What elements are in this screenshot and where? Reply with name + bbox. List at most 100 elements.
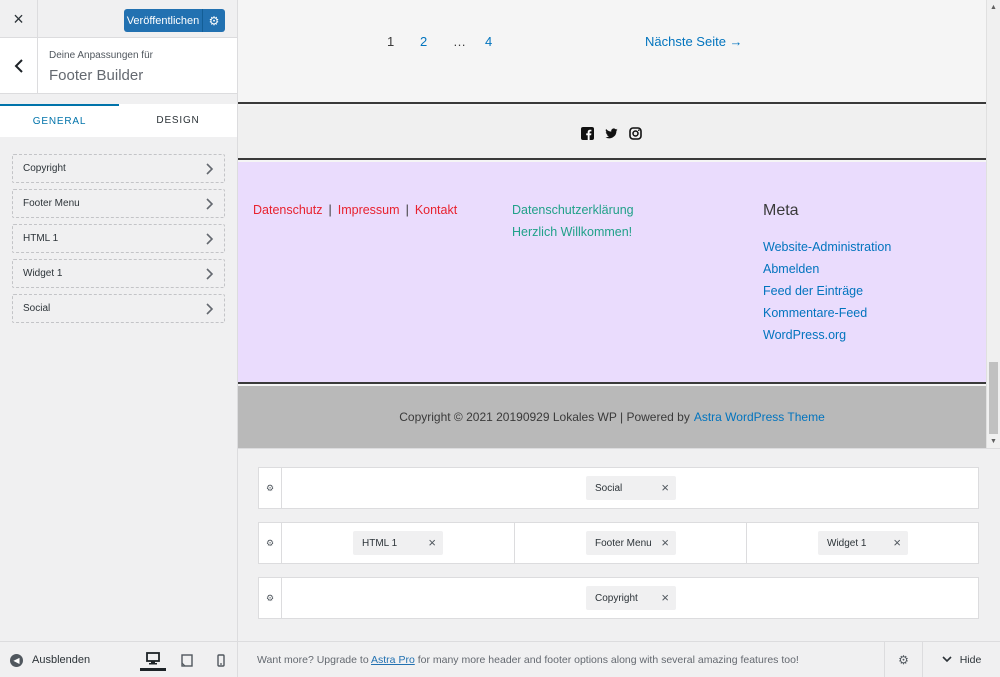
chip-label: Social	[595, 482, 623, 494]
builder-row-below: ⚙ Copyright ×	[258, 577, 979, 619]
remove-icon[interactable]: ×	[661, 480, 669, 495]
desktop-icon	[146, 652, 160, 665]
meta-link[interactable]: Feed der Einträge	[763, 284, 891, 306]
gear-icon: ⚙	[898, 652, 909, 667]
chip-label: Copyright	[595, 592, 638, 604]
back-button[interactable]	[0, 38, 38, 93]
footer-menu-item[interactable]: Datenschutz	[253, 203, 322, 217]
row-settings-button[interactable]: ⚙	[259, 468, 282, 508]
builder-row-above: ⚙ Social ×	[258, 467, 979, 509]
astra-pro-link[interactable]: Astra Pro	[371, 654, 415, 666]
menu-separator: |	[328, 203, 332, 217]
builder-settings-button[interactable]: ⚙	[884, 642, 922, 677]
meta-link[interactable]: Website-Administration	[763, 240, 891, 262]
footer-menu: Datenschutz | Impressum | Kontakt	[253, 203, 457, 217]
mobile-icon	[217, 653, 225, 667]
tab-general[interactable]: General	[0, 104, 119, 137]
site-preview: 1 2 … 4 Nächste Seite → Datenschutz | Impr…	[238, 0, 1000, 448]
scroll-thumb[interactable]	[989, 362, 998, 434]
builder-chip-social[interactable]: Social ×	[586, 476, 676, 500]
meta-link[interactable]: WordPress.org	[763, 328, 891, 350]
remove-icon[interactable]: ×	[893, 535, 901, 550]
menu-separator: |	[405, 203, 409, 217]
chip-label: Footer Menu	[595, 537, 652, 549]
tab-design[interactable]: Design	[119, 104, 237, 137]
publish-button[interactable]: Veröffentlichen	[124, 9, 202, 32]
footer-menu-item[interactable]: Impressum	[338, 203, 400, 217]
hide-builder-label: Hide	[959, 653, 982, 666]
component-list: Copyright Footer Menu HTML 1 Widget 1 So…	[12, 154, 225, 329]
facebook-icon[interactable]	[581, 127, 594, 140]
builder-row-primary: ⚙ HTML 1 × Footer Menu × Widget 1 ×	[258, 522, 979, 564]
instagram-icon[interactable]	[629, 127, 642, 140]
next-page-link[interactable]: Nächste Seite →	[645, 34, 743, 49]
preview-desktop-button[interactable]	[140, 649, 166, 671]
html-1-block: Datenschutzerklärung Herzlich Willkommen…	[512, 203, 634, 247]
sidebar-item-social[interactable]: Social	[12, 294, 225, 323]
tablet-icon	[181, 653, 193, 667]
panel-title-area: Deine Anpassungen für Footer Builder	[0, 38, 237, 94]
twitter-icon[interactable]	[605, 127, 618, 140]
gear-icon: ⚙	[265, 537, 275, 548]
chevron-right-icon	[206, 197, 214, 210]
scroll-up-arrow-icon[interactable]: ▲	[987, 0, 1000, 14]
footer-social-row	[238, 106, 986, 160]
sidebar-item-label: Copyright	[23, 163, 66, 174]
gear-icon: ⚙	[208, 13, 220, 28]
meta-link[interactable]: Kommentare-Feed	[763, 306, 891, 328]
row-settings-button[interactable]: ⚙	[259, 578, 282, 618]
builder-chip-footer-menu[interactable]: Footer Menu ×	[586, 531, 676, 555]
preview-mobile-button[interactable]	[208, 649, 234, 671]
chip-label: HTML 1	[362, 537, 398, 549]
builder-zone[interactable]: Footer Menu ×	[515, 523, 747, 563]
publish-settings-button[interactable]: ⚙	[202, 9, 225, 32]
chevron-left-icon	[14, 58, 23, 73]
theme-link[interactable]: Astra WordPress Theme	[694, 410, 825, 424]
builder-chip-widget-1[interactable]: Widget 1 ×	[818, 531, 908, 555]
footer-menu-item[interactable]: Kontakt	[415, 203, 457, 217]
builder-chip-html-1[interactable]: HTML 1 ×	[353, 531, 443, 555]
chevron-down-icon	[942, 656, 952, 663]
row-settings-button[interactable]: ⚙	[259, 523, 282, 563]
panel-subtitle: Deine Anpassungen für	[49, 50, 153, 61]
gear-icon: ⚙	[265, 482, 275, 493]
page-current: 1	[387, 34, 395, 49]
sidebar-item-footer-menu[interactable]: Footer Menu	[12, 189, 225, 218]
hide-builder-button[interactable]: Hide	[922, 642, 1000, 677]
upgrade-notice: Want more? Upgrade to Astra Pro for many…	[257, 654, 799, 666]
builder-zone[interactable]: Social ×	[282, 468, 979, 508]
upgrade-prefix: Want more? Upgrade to	[257, 654, 369, 666]
customizer-sidebar: × Veröffentlichen ⚙ Deine Anpassungen fü…	[0, 0, 238, 677]
hide-controls-button[interactable]: ◀ Ausblenden	[10, 642, 90, 677]
chip-label: Widget 1	[827, 537, 867, 549]
page-link-4[interactable]: 4	[485, 34, 492, 49]
scroll-down-arrow-icon[interactable]: ▼	[987, 434, 1000, 448]
collapse-icon: ◀	[10, 653, 23, 667]
html-text-line: Herzlich Willkommen!	[512, 225, 633, 239]
sidebar-item-widget-1[interactable]: Widget 1	[12, 259, 225, 288]
builder-zone[interactable]: Widget 1 ×	[747, 523, 979, 563]
sidebar-item-label: Widget 1	[23, 268, 63, 279]
meta-link[interactable]: Abmelden	[763, 262, 891, 284]
sidebar-item-copyright[interactable]: Copyright	[12, 154, 225, 183]
builder-zone[interactable]: HTML 1 ×	[282, 523, 515, 563]
gear-icon: ⚙	[265, 592, 275, 603]
chevron-right-icon	[206, 302, 214, 315]
preview-tablet-button[interactable]	[174, 649, 200, 671]
footer-copyright-row: Copyright © 2021 20190929 Lokales WP | P…	[238, 386, 986, 448]
builder-zone[interactable]: Copyright ×	[282, 578, 979, 618]
builder-chip-copyright[interactable]: Copyright ×	[586, 586, 676, 610]
copyright-text: Copyright © 2021 20190929 Lokales WP | P…	[399, 410, 690, 424]
panel-title: Footer Builder	[49, 67, 144, 84]
remove-icon[interactable]: ×	[661, 535, 669, 550]
close-customizer-button[interactable]: ×	[0, 0, 38, 38]
remove-icon[interactable]: ×	[661, 590, 669, 605]
page-link-2[interactable]: 2	[420, 34, 427, 49]
preview-scrollbar[interactable]: ▲ ▼	[986, 0, 1000, 448]
sidebar-item-html-1[interactable]: HTML 1	[12, 224, 225, 253]
hide-controls-label: Ausblenden	[32, 654, 91, 666]
footer-builder-grid: ⚙ Social × ⚙ HTML 1 × Footer Menu × Widg…	[238, 448, 1000, 641]
meta-widget: Meta Website-Administration Abmelden Fee…	[763, 202, 891, 350]
remove-icon[interactable]: ×	[428, 535, 436, 550]
close-icon: ×	[13, 8, 24, 29]
